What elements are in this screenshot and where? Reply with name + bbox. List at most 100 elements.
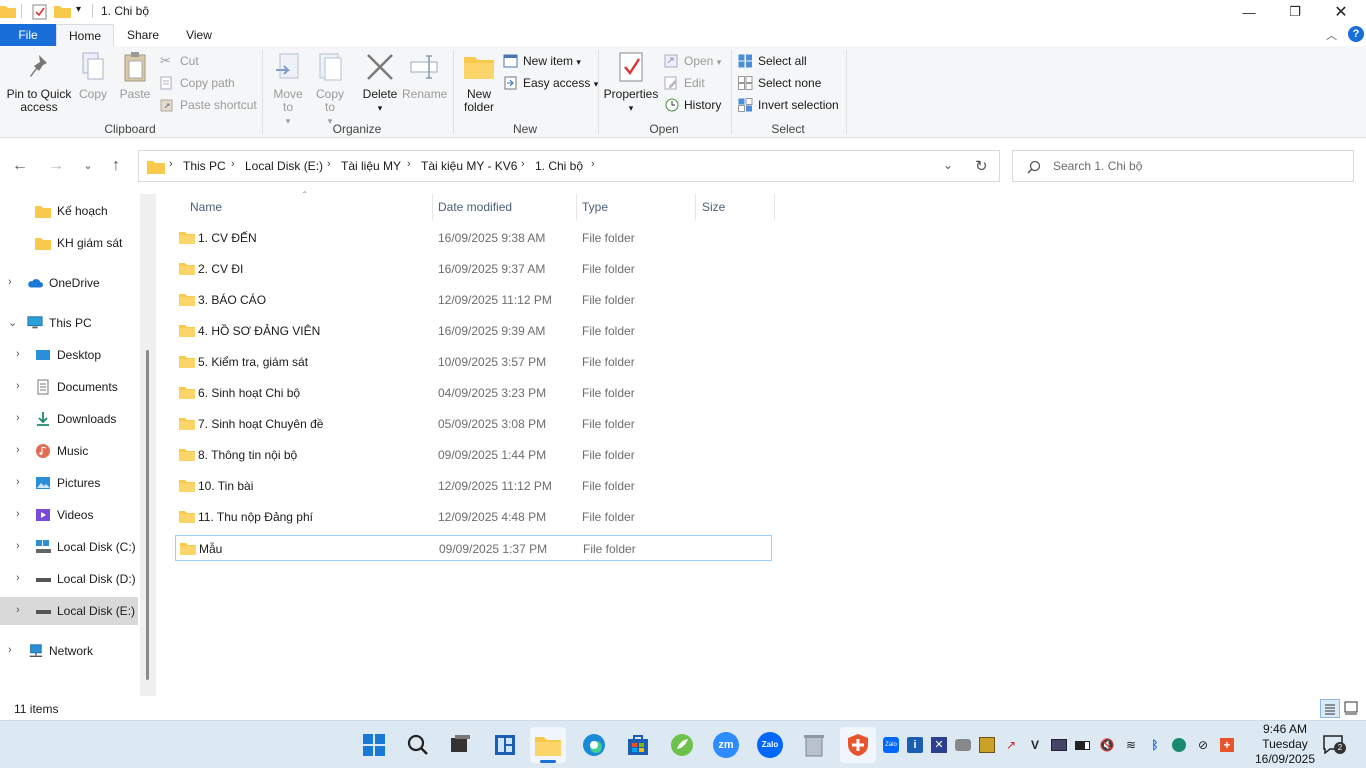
column-separator[interactable] [774, 194, 775, 220]
system-clock[interactable]: 9:46 AM Tuesday 16/09/2025 [1248, 722, 1322, 767]
nav-item-kh-giam-sat[interactable]: KH giám sát [0, 229, 138, 257]
select-none-button[interactable]: Select none [738, 73, 821, 93]
back-button[interactable]: ← [10, 156, 30, 176]
tray-red-arrow-icon[interactable]: ↗ [1003, 737, 1019, 753]
nav-item-local-disk-c[interactable]: › Local Disk (C:) [0, 533, 138, 561]
paste-button[interactable]: Paste [118, 50, 152, 101]
nav-item-local-disk-d[interactable]: › Local Disk (D:) [0, 565, 138, 593]
copy-to-button[interactable]: Copy to ▾ [312, 50, 348, 128]
move-to-button[interactable]: Move to ▾ [270, 50, 306, 128]
wifi-icon[interactable]: ≋ [1123, 737, 1139, 753]
column-header-type[interactable]: Type [582, 200, 608, 214]
file-row[interactable]: 8. Thông tin nội bộ 09/09/2025 1:44 PM Fil… [175, 442, 772, 468]
search-taskbar-button[interactable] [400, 727, 436, 763]
search-box[interactable]: Search 1. Chi bộ [1012, 150, 1354, 182]
recent-locations-button[interactable]: ⌄ [78, 156, 98, 176]
address-bar[interactable]: › This PC › Local Disk (E:) › Tài liệu M… [138, 150, 1000, 182]
tray-app-icon[interactable]: ✕ [931, 737, 947, 753]
file-name[interactable]: 1. CV ĐẾN [198, 231, 257, 245]
taskbar-edge[interactable] [576, 727, 612, 763]
tab-view[interactable]: View [172, 24, 226, 46]
file-row[interactable]: 7. Sinh hoạt Chuyên đề 05/09/2025 3:08 PM… [175, 411, 772, 437]
history-button[interactable]: History [664, 95, 721, 115]
file-name[interactable]: 10. Tin bài [198, 479, 253, 493]
tab-share[interactable]: Share [116, 24, 170, 46]
nav-pane-scrollbar-thumb[interactable] [146, 350, 149, 680]
tray-monitor-icon[interactable] [1051, 737, 1067, 753]
select-all-button[interactable]: Select all [738, 51, 807, 71]
file-row[interactable]: 5. Kiểm tra, giám sát 10/09/2025 3:57 PM F… [175, 349, 772, 375]
taskbar-zalo[interactable]: Zalo [752, 727, 788, 763]
breadcrumb-local-disk-e[interactable]: Local Disk (E:) [245, 159, 323, 173]
file-row[interactable]: 1. CV ĐẾN 16/09/2025 9:38 AM File folder [175, 225, 772, 251]
pin-to-quick-access-button[interactable]: Pin to Quick access [4, 50, 74, 114]
new-item-button[interactable]: New item ▾ [503, 51, 581, 71]
column-separator[interactable] [576, 194, 577, 220]
nav-item-local-disk-e[interactable]: › Local Disk (E:) [0, 597, 138, 625]
tray-info-icon[interactable]: i [907, 737, 923, 753]
column-header-size[interactable]: Size [702, 200, 725, 214]
taskbar-zoom[interactable]: zm [708, 727, 744, 763]
file-row[interactable]: 6. Sinh hoạt Chi bộ 04/09/2025 3:23 PM Fil… [175, 380, 772, 406]
taskbar-app-gray[interactable] [796, 727, 832, 763]
breadcrumb-chi-bo[interactable]: 1. Chi bộ [535, 159, 583, 173]
nav-item-downloads[interactable]: › Downloads [0, 405, 138, 433]
nav-item-documents[interactable]: › Documents [0, 373, 138, 401]
volume-muted-icon[interactable]: 🔇 [1099, 737, 1115, 753]
file-row[interactable]: 4. HỒ SƠ ĐẢNG VIÊN 16/09/2025 9:39 AM File… [175, 318, 772, 344]
help-icon[interactable]: ? [1348, 26, 1364, 42]
easy-access-button[interactable]: Easy access ▾ [503, 73, 598, 93]
start-button[interactable] [356, 727, 392, 763]
tray-zalo-icon[interactable]: Zalo [883, 737, 899, 753]
notification-center-button[interactable]: 2 [1322, 734, 1346, 756]
file-row[interactable]: Mẫu 09/09/2025 1:37 PM File folder [175, 535, 772, 561]
copy-button[interactable]: Copy [76, 50, 110, 101]
forward-button[interactable]: → [46, 156, 66, 176]
widgets-button[interactable] [487, 727, 523, 763]
file-name[interactable]: 2. CV ĐI [198, 262, 243, 276]
properties-button[interactable]: Properties ▾ [602, 50, 660, 115]
quick-access-dropdown-icon[interactable]: ▾ [76, 4, 81, 15]
file-name[interactable]: 11. Thu nộp Đảng phí [198, 510, 313, 524]
details-view-button[interactable] [1320, 699, 1340, 718]
column-separator[interactable] [695, 194, 696, 220]
rename-button[interactable]: Rename [402, 50, 447, 101]
tray-v-icon[interactable]: V [1027, 737, 1043, 753]
battery-icon[interactable] [1075, 737, 1091, 753]
delete-button[interactable]: Delete ▾ [360, 50, 400, 115]
copy-path-button[interactable]: Copy path [160, 73, 235, 93]
taskbar-app-green[interactable] [664, 727, 700, 763]
new-folder-icon[interactable] [54, 4, 72, 18]
breadcrumb-tai-kieu-my-kv6[interactable]: Tài kiệu MY - KV6 [421, 159, 517, 173]
nav-item-videos[interactable]: › Videos [0, 501, 138, 529]
address-dropdown-icon[interactable]: ⌄ [943, 158, 953, 172]
file-row[interactable]: 11. Thu nộp Đảng phí 12/09/2025 4:48 PM Fi… [175, 504, 772, 530]
nav-item-network[interactable]: › Network [0, 637, 138, 665]
nav-item-this-pc[interactable]: ⌄ This PC [0, 309, 138, 337]
up-button[interactable]: ↑ [106, 156, 126, 176]
restore-button[interactable]: ❐ [1272, 0, 1318, 24]
nav-item-desktop[interactable]: › Desktop [0, 341, 138, 369]
column-separator[interactable] [432, 194, 433, 220]
minimize-button[interactable]: — [1226, 0, 1272, 24]
task-view-button[interactable] [442, 727, 478, 763]
file-name[interactable]: 7. Sinh hoạt Chuyên đề [198, 417, 323, 431]
file-name[interactable]: 4. HỒ SƠ ĐẢNG VIÊN [198, 324, 320, 338]
tray-drive-icon[interactable] [955, 737, 971, 753]
file-name[interactable]: Mẫu [199, 542, 222, 556]
breadcrumb-tai-lieu-my[interactable]: Tài liệu MY [341, 159, 401, 173]
tray-security-icon[interactable] [1171, 737, 1187, 753]
properties-check-icon[interactable] [32, 4, 48, 20]
tray-eye-icon[interactable]: ⊘ [1195, 737, 1211, 753]
breadcrumb-this-pc[interactable]: This PC [183, 159, 226, 173]
collapse-ribbon-icon[interactable]: ︿ [1326, 27, 1337, 43]
edit-button[interactable]: Edit [664, 73, 705, 93]
file-row[interactable]: 2. CV ĐI 16/09/2025 9:37 AM File folder [175, 256, 772, 282]
close-button[interactable]: ✕ [1318, 0, 1364, 24]
tray-grid-icon[interactable] [979, 737, 995, 753]
bluetooth-icon[interactable]: ᛒ [1147, 737, 1163, 753]
new-folder-button[interactable]: New folder [458, 50, 500, 114]
file-row[interactable]: 10. Tin bài 12/09/2025 11:12 PM File folde… [175, 473, 772, 499]
file-name[interactable]: 5. Kiểm tra, giám sát [198, 355, 308, 369]
cut-button[interactable]: ✂ Cut [160, 51, 199, 71]
